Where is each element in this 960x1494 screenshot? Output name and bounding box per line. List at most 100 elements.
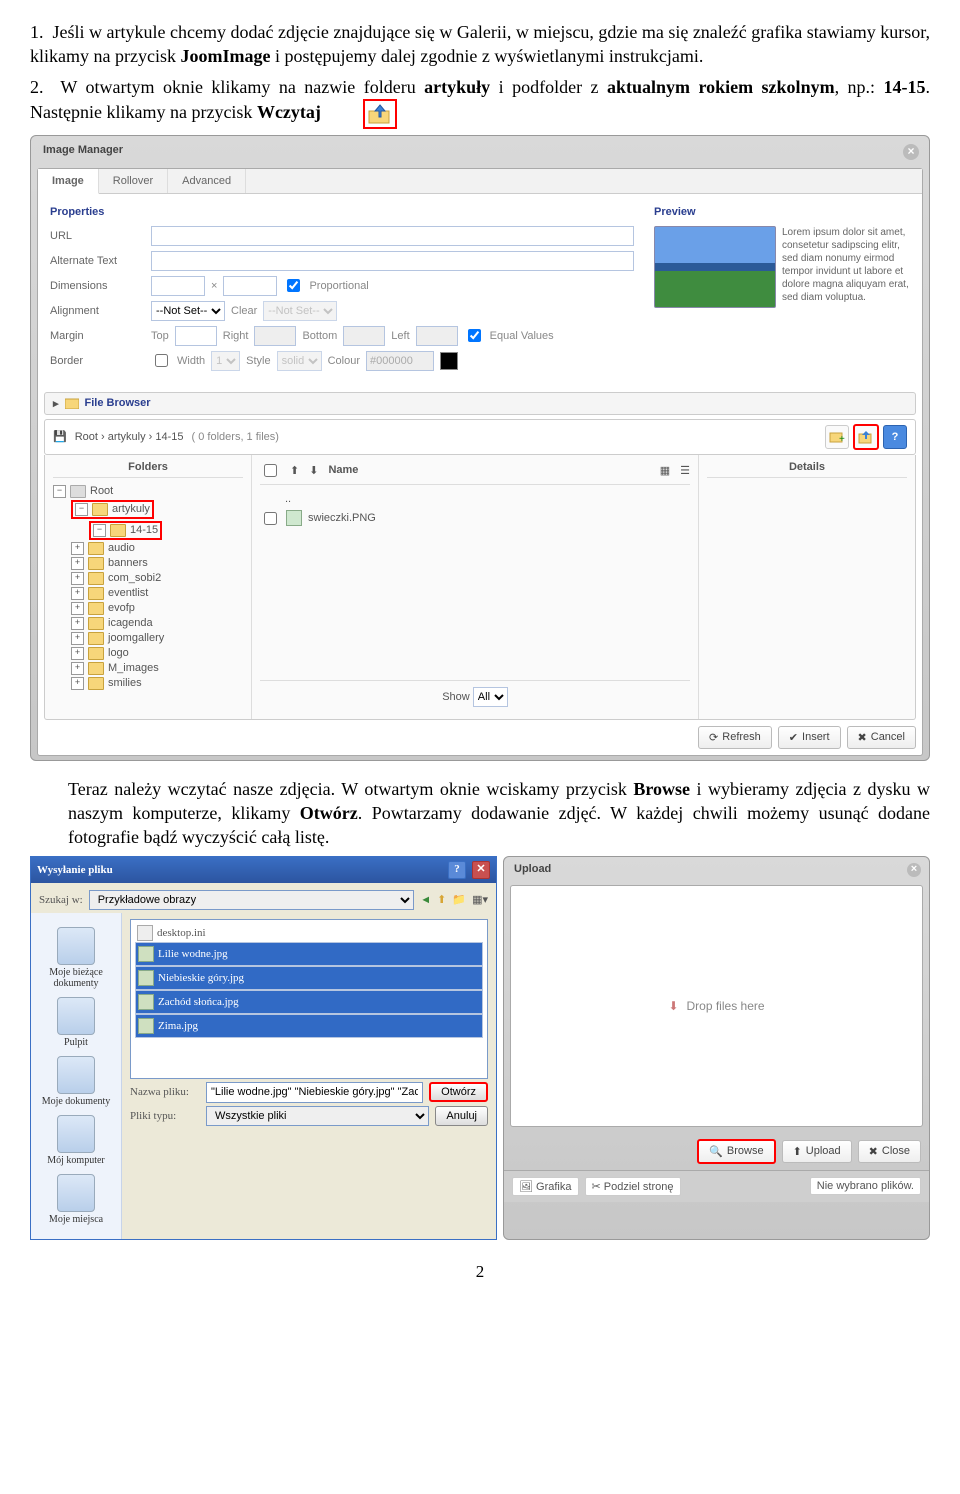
place-recent[interactable]: Moje bieżące dokumenty xyxy=(33,927,119,989)
image-file-icon xyxy=(138,994,154,1010)
height-input[interactable] xyxy=(223,276,277,296)
expand-icon[interactable]: − xyxy=(53,485,66,498)
width-input[interactable] xyxy=(151,276,205,296)
status-graphic: 🖼 Grafika xyxy=(512,1177,579,1196)
lookin-select[interactable]: Przykładowe obrazy xyxy=(89,890,415,910)
tree-folder[interactable]: eventlist xyxy=(108,587,148,599)
tree-folder-14-15[interactable]: 14-15 xyxy=(130,524,158,536)
tree-folder-artykuly[interactable]: artykuly xyxy=(112,503,150,515)
back-icon[interactable]: ◄ xyxy=(420,894,431,906)
tree-folder[interactable]: logo xyxy=(108,647,129,659)
new-folder-icon[interactable]: 📁 xyxy=(452,893,466,906)
file-row-up[interactable]: .. xyxy=(260,491,690,507)
place-documents[interactable]: Moje dokumenty xyxy=(33,1056,119,1107)
clear-select[interactable]: --Not Set-- xyxy=(263,301,337,321)
tree-folder[interactable]: M_images xyxy=(108,662,159,674)
upload-icon: ⬆ xyxy=(793,1145,802,1158)
view-grid-icon[interactable]: ▦ xyxy=(660,464,670,477)
file-item[interactable]: Lilie wodne.jpg xyxy=(135,942,483,966)
close-icon: ✖ xyxy=(858,731,867,744)
refresh-button[interactable]: ⟳Refresh xyxy=(698,726,772,749)
url-input[interactable] xyxy=(151,226,634,246)
margin-bottom-input[interactable] xyxy=(343,326,385,346)
drive-icon xyxy=(70,485,86,498)
drop-zone[interactable]: ⬇Drop files here xyxy=(510,885,923,1127)
close-button[interactable]: ✖Close xyxy=(858,1140,921,1163)
close-icon[interactable]: × xyxy=(903,144,919,160)
colour-swatch[interactable] xyxy=(440,352,458,370)
tree-folder[interactable]: icagenda xyxy=(108,617,153,629)
filename-input[interactable] xyxy=(206,1082,423,1103)
help-icon[interactable]: ? xyxy=(448,861,466,879)
folder-tree: −Root −artykuly −14-15 +audio +b xyxy=(53,484,243,691)
margin-left-input[interactable] xyxy=(416,326,458,346)
place-network[interactable]: Moje miejsca xyxy=(33,1174,119,1225)
place-desktop[interactable]: Pulpit xyxy=(33,997,119,1048)
close-icon[interactable]: × xyxy=(907,863,921,877)
name-heading: Name xyxy=(328,464,649,476)
browse-button[interactable]: 🔍Browse xyxy=(697,1139,775,1164)
up-icon[interactable]: ⬆ xyxy=(437,893,446,906)
tree-root[interactable]: Root xyxy=(90,485,113,497)
file-item[interactable]: Zima.jpg xyxy=(135,1014,483,1038)
tab-image[interactable]: Image xyxy=(38,169,99,194)
preview-thumbnail xyxy=(654,226,776,308)
new-folder-button[interactable]: + xyxy=(825,425,849,449)
upload-button[interactable] xyxy=(853,424,879,450)
image-file-icon xyxy=(286,510,302,526)
proportional-label: Proportional xyxy=(309,280,368,292)
file-item[interactable]: Niebieskie góry.jpg xyxy=(135,966,483,990)
file-list[interactable]: desktop.ini Lilie wodne.jpg Niebieskie g… xyxy=(130,919,488,1079)
breadcrumb[interactable]: Root › artykuly › 14-15 xyxy=(75,431,184,443)
filetype-select[interactable]: Wszystkie pliki xyxy=(206,1106,429,1126)
insert-button[interactable]: ✔Insert xyxy=(778,726,841,749)
select-all-checkbox[interactable] xyxy=(264,464,277,477)
tab-advanced[interactable]: Advanced xyxy=(168,169,246,193)
border-colour-input[interactable] xyxy=(366,351,434,371)
align-select[interactable]: --Not Set-- xyxy=(151,301,225,321)
cancel-button[interactable]: ✖Cancel xyxy=(847,726,916,749)
margin-top-input[interactable] xyxy=(175,326,217,346)
image-manager-window: Image Manager × Image Rollover Advanced … xyxy=(30,135,930,761)
tree-folder[interactable]: banners xyxy=(108,557,148,569)
border-width-select[interactable]: 1 xyxy=(211,351,240,371)
sort-asc-icon[interactable]: ⬆ xyxy=(290,464,299,477)
tab-rollover[interactable]: Rollover xyxy=(99,169,168,193)
help-button[interactable]: ? xyxy=(883,425,907,449)
border-style-select[interactable]: solid xyxy=(277,351,322,371)
clear-label: Clear xyxy=(231,305,257,317)
file-dialog-window: Wysyłanie pliku ? ✕ Szukaj w: Przykładow… xyxy=(30,856,497,1240)
upload-window: Upload × ⬇Drop files here 🔍Browse ⬆Uploa… xyxy=(503,856,930,1240)
views-icon[interactable]: ▦▾ xyxy=(472,893,488,906)
window-title: Image Manager × xyxy=(31,136,929,164)
tree-folder[interactable]: joomgallery xyxy=(108,632,164,644)
open-button[interactable]: Otwórz xyxy=(429,1082,488,1102)
tree-folder[interactable]: audio xyxy=(108,542,135,554)
cancel-button[interactable]: Anuluj xyxy=(435,1106,488,1126)
file-row[interactable]: swieczki.PNG xyxy=(260,507,690,530)
check-icon: ✔ xyxy=(789,731,798,744)
place-computer[interactable]: Mój komputer xyxy=(33,1115,119,1166)
file-checkbox[interactable] xyxy=(264,512,277,525)
view-list-icon[interactable]: ☰ xyxy=(680,464,690,477)
places-bar: Moje bieżące dokumenty Pulpit Moje dokum… xyxy=(31,913,122,1239)
tree-folder[interactable]: evofp xyxy=(108,602,135,614)
file-item[interactable]: Zachód słońca.jpg xyxy=(135,990,483,1014)
close-icon[interactable]: ✕ xyxy=(472,861,490,879)
border-checkbox[interactable] xyxy=(155,354,168,367)
sort-desc-icon[interactable]: ⬇ xyxy=(309,464,318,477)
equal-values-checkbox[interactable] xyxy=(468,329,481,342)
instruction-3: Teraz należy wczytać nasze zdjęcia. W ot… xyxy=(68,777,930,850)
upload-icon[interactable] xyxy=(363,99,397,129)
margin-label: Margin xyxy=(50,330,145,342)
file-dialog-title: Wysyłanie pliku xyxy=(37,864,113,876)
margin-right-input[interactable] xyxy=(254,326,296,346)
tree-folder[interactable]: com_sobi2 xyxy=(108,572,161,584)
proportional-checkbox[interactable] xyxy=(287,279,300,292)
show-select[interactable]: All xyxy=(473,687,508,707)
alt-input[interactable] xyxy=(151,251,634,271)
close-icon: ✖ xyxy=(869,1145,878,1158)
tree-folder[interactable]: smilies xyxy=(108,677,142,689)
file-item[interactable]: desktop.ini xyxy=(135,924,483,942)
upload-button[interactable]: ⬆Upload xyxy=(782,1140,852,1163)
